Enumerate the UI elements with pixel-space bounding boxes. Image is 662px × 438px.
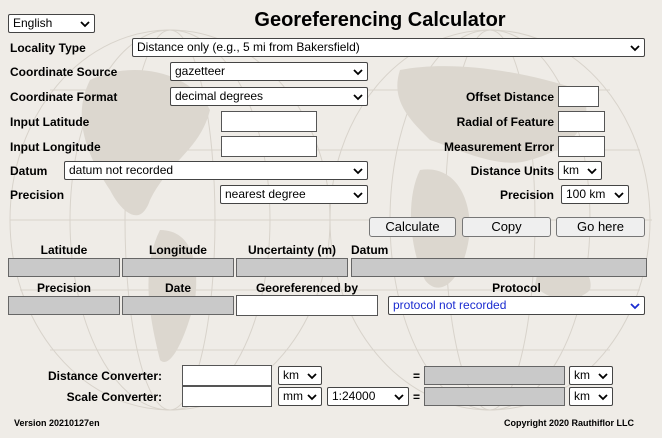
chevron-down-icon xyxy=(613,190,625,200)
distance-units-value: km xyxy=(563,163,579,177)
locality-type-value: Distance only (e.g., 5 mi from Bakersfie… xyxy=(137,40,360,54)
chevron-down-icon xyxy=(629,43,641,53)
chevron-down-icon xyxy=(597,392,609,402)
input-latitude-field[interactable] xyxy=(221,111,317,132)
protocol-select[interactable]: protocol not recorded xyxy=(388,296,645,315)
datum-value: datum not recorded xyxy=(69,163,174,177)
result-date-output xyxy=(122,296,234,315)
input-longitude-field[interactable] xyxy=(221,136,317,157)
chevron-down-icon xyxy=(79,19,91,29)
go-here-button[interactable]: Go here xyxy=(556,217,645,237)
precision-label: Precision xyxy=(10,188,65,202)
chevron-down-icon xyxy=(597,371,609,381)
georeferenced-by-label: Georeferenced by xyxy=(255,281,359,295)
georeferenced-by-input[interactable] xyxy=(236,295,378,316)
locality-type-label: Locality Type xyxy=(10,41,86,55)
result-datum-output xyxy=(351,258,647,277)
protocol-label: Protocol xyxy=(492,281,541,295)
distance-converter-units-right[interactable]: km xyxy=(569,366,613,385)
scale-converter-units-right-value: km xyxy=(574,389,590,403)
distance-converter-label: Distance Converter: xyxy=(47,369,162,383)
scale-converter-input[interactable] xyxy=(182,386,272,407)
coordinate-source-select[interactable]: gazetteer xyxy=(170,62,368,81)
distance-converter-units-left-value: km xyxy=(283,368,299,382)
radial-of-feature-label: Radial of Feature xyxy=(456,115,554,129)
chevron-down-icon xyxy=(629,301,641,311)
coordinate-format-value: decimal degrees xyxy=(175,89,264,103)
language-value: English xyxy=(13,16,53,30)
precision-right-select[interactable]: 100 km xyxy=(561,185,629,204)
precision-value: nearest degree xyxy=(225,187,306,201)
coordinate-source-value: gazetteer xyxy=(175,64,226,78)
distance-units-select[interactable]: km xyxy=(558,161,602,180)
result-uncertainty-label: Uncertainty (m) xyxy=(247,243,336,257)
chevron-down-icon xyxy=(352,166,364,176)
measurement-error-label: Measurement Error xyxy=(443,140,554,154)
scale-ratio-value: 1:24000 xyxy=(332,389,376,403)
scale-ratio-select[interactable]: 1:24000 xyxy=(327,387,409,406)
precision-right-label: Precision xyxy=(499,188,554,202)
input-latitude-label: Input Latitude xyxy=(10,115,90,129)
scale-equals-sign: = xyxy=(413,390,421,404)
precision-select[interactable]: nearest degree xyxy=(220,185,368,204)
result-precision-label: Precision xyxy=(36,281,92,295)
distance-equals-sign: = xyxy=(413,369,421,383)
distance-converter-units-right-value: km xyxy=(574,368,590,382)
result-longitude-output xyxy=(122,258,234,277)
chevron-down-icon xyxy=(393,392,405,402)
protocol-value: protocol not recorded xyxy=(393,298,507,312)
distance-units-label: Distance Units xyxy=(470,164,554,178)
coordinate-format-label: Coordinate Format xyxy=(10,90,118,104)
calculate-button[interactable]: Calculate xyxy=(369,217,456,237)
copyright-text: Copyright 2020 Rauthiflor LLC xyxy=(504,418,635,428)
result-uncertainty-output xyxy=(236,258,348,277)
chevron-down-icon xyxy=(586,166,598,176)
datum-select[interactable]: datum not recorded xyxy=(64,161,368,180)
precision-right-value: 100 km xyxy=(566,187,606,201)
scale-converter-label: Scale Converter: xyxy=(66,390,162,404)
page-title: Georeferencing Calculator xyxy=(254,9,506,31)
result-latitude-output xyxy=(8,258,120,277)
datum-label: Datum xyxy=(10,164,48,178)
distance-converter-units-left[interactable]: km xyxy=(278,366,322,385)
chevron-down-icon xyxy=(306,371,318,381)
result-longitude-label: Longitude xyxy=(149,243,207,257)
scale-converter-units-left[interactable]: mm xyxy=(278,387,322,406)
distance-converter-output xyxy=(424,366,565,385)
chevron-down-icon xyxy=(306,392,318,402)
chevron-down-icon xyxy=(352,190,364,200)
chevron-down-icon xyxy=(352,92,364,102)
version-text: Version 20210127en xyxy=(14,418,100,428)
result-latitude-label: Latitude xyxy=(40,243,88,257)
distance-converter-input[interactable] xyxy=(182,365,272,386)
offset-distance-input[interactable] xyxy=(558,86,599,107)
input-longitude-label: Input Longitude xyxy=(10,140,101,154)
result-datum-label: Datum xyxy=(351,243,389,257)
copy-button[interactable]: Copy xyxy=(462,217,551,237)
locality-type-select[interactable]: Distance only (e.g., 5 mi from Bakersfie… xyxy=(132,38,645,57)
result-date-label: Date xyxy=(164,281,191,295)
scale-converter-output xyxy=(424,387,565,406)
scale-converter-units-right[interactable]: km xyxy=(569,387,613,406)
measurement-error-input[interactable] xyxy=(558,136,605,157)
coordinate-format-select[interactable]: decimal degrees xyxy=(170,87,368,106)
result-precision-output xyxy=(8,296,120,315)
language-select[interactable]: English xyxy=(8,14,95,33)
coordinate-source-label: Coordinate Source xyxy=(10,65,118,79)
offset-distance-label: Offset Distance xyxy=(465,90,554,104)
scale-converter-units-left-value: mm xyxy=(283,389,303,403)
chevron-down-icon xyxy=(352,67,364,77)
radial-of-feature-input[interactable] xyxy=(558,111,605,132)
